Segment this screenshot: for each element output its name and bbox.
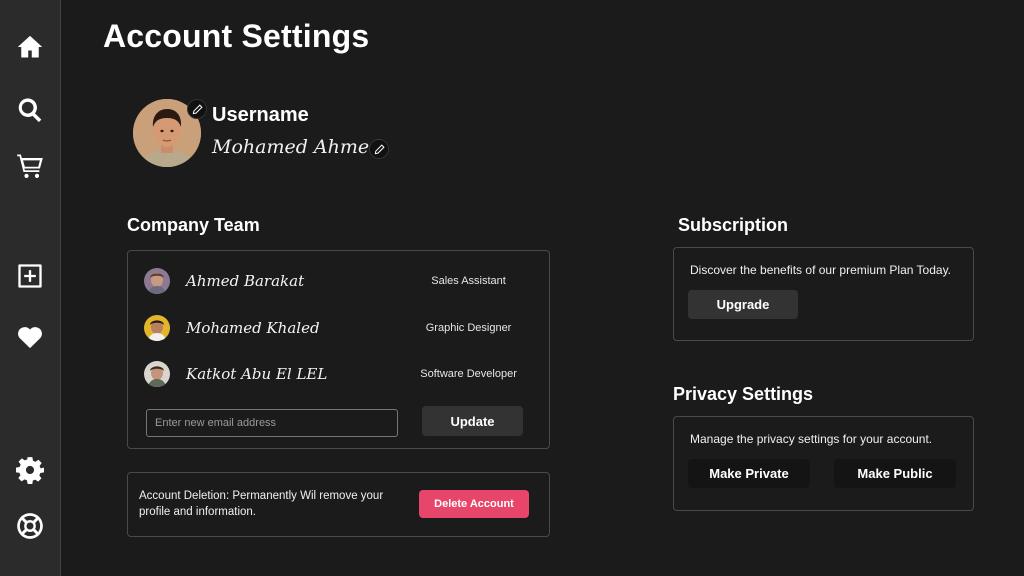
make-public-button[interactable]: Make Public xyxy=(834,459,956,488)
team-member-row: Katkot Abu El LEL Software Developer xyxy=(144,359,533,389)
search-icon[interactable] xyxy=(15,95,45,125)
privacy-text: Manage the privacy settings for your acc… xyxy=(690,432,933,446)
update-button[interactable]: Update xyxy=(422,406,523,436)
make-private-button[interactable]: Make Private xyxy=(688,459,810,488)
pencil-icon xyxy=(374,143,385,154)
member-name: Mohamed Khaled xyxy=(186,319,320,337)
team-card: Ahmed Barakat Sales Assistant Mohamed Kh… xyxy=(127,250,550,449)
pencil-icon xyxy=(192,103,203,114)
heart-icon[interactable] xyxy=(15,322,45,352)
delete-account-button[interactable]: Delete Account xyxy=(419,490,529,518)
privacy-card: Manage the privacy settings for your acc… xyxy=(673,416,974,511)
cart-icon[interactable] xyxy=(15,150,45,180)
avatar-edit-button[interactable] xyxy=(187,99,207,119)
email-input[interactable] xyxy=(146,409,398,437)
member-role: Graphic Designer xyxy=(425,322,512,334)
username-value: Mohamed Ahmed xyxy=(212,136,382,158)
team-member-row: Ahmed Barakat Sales Assistant xyxy=(144,266,533,296)
member-avatar xyxy=(144,315,170,341)
gear-icon[interactable] xyxy=(15,455,45,485)
username-label: Username xyxy=(212,104,309,126)
lifebuoy-icon[interactable] xyxy=(15,511,45,541)
subscription-card: Discover the benefits of our premium Pla… xyxy=(673,247,974,341)
member-name: Ahmed Barakat xyxy=(186,272,305,290)
upgrade-button[interactable]: Upgrade xyxy=(688,290,798,319)
member-avatar xyxy=(144,361,170,387)
member-name: Katkot Abu El LEL xyxy=(186,365,328,383)
deletion-text: Account Deletion: Permanently Wil remove… xyxy=(139,490,384,518)
deletion-card: Account Deletion: Permanently Wil remove… xyxy=(127,472,550,537)
privacy-section-title: Privacy Settings xyxy=(673,384,814,404)
sidebar xyxy=(0,0,61,576)
username-edit-button[interactable] xyxy=(369,139,389,159)
member-role: Sales Assistant xyxy=(431,275,506,287)
team-member-row: Mohamed Khaled Graphic Designer xyxy=(144,313,533,343)
home-icon[interactable] xyxy=(15,32,45,62)
add-square-icon[interactable] xyxy=(15,261,45,291)
subscription-text: Discover the benefits of our premium Pla… xyxy=(690,263,952,277)
page-title: Account Settings xyxy=(103,18,370,54)
subscription-section-title: Subscription xyxy=(678,215,789,235)
member-avatar xyxy=(144,268,170,294)
team-section-title: Company Team xyxy=(127,215,260,235)
member-role: Software Developer xyxy=(420,368,517,380)
